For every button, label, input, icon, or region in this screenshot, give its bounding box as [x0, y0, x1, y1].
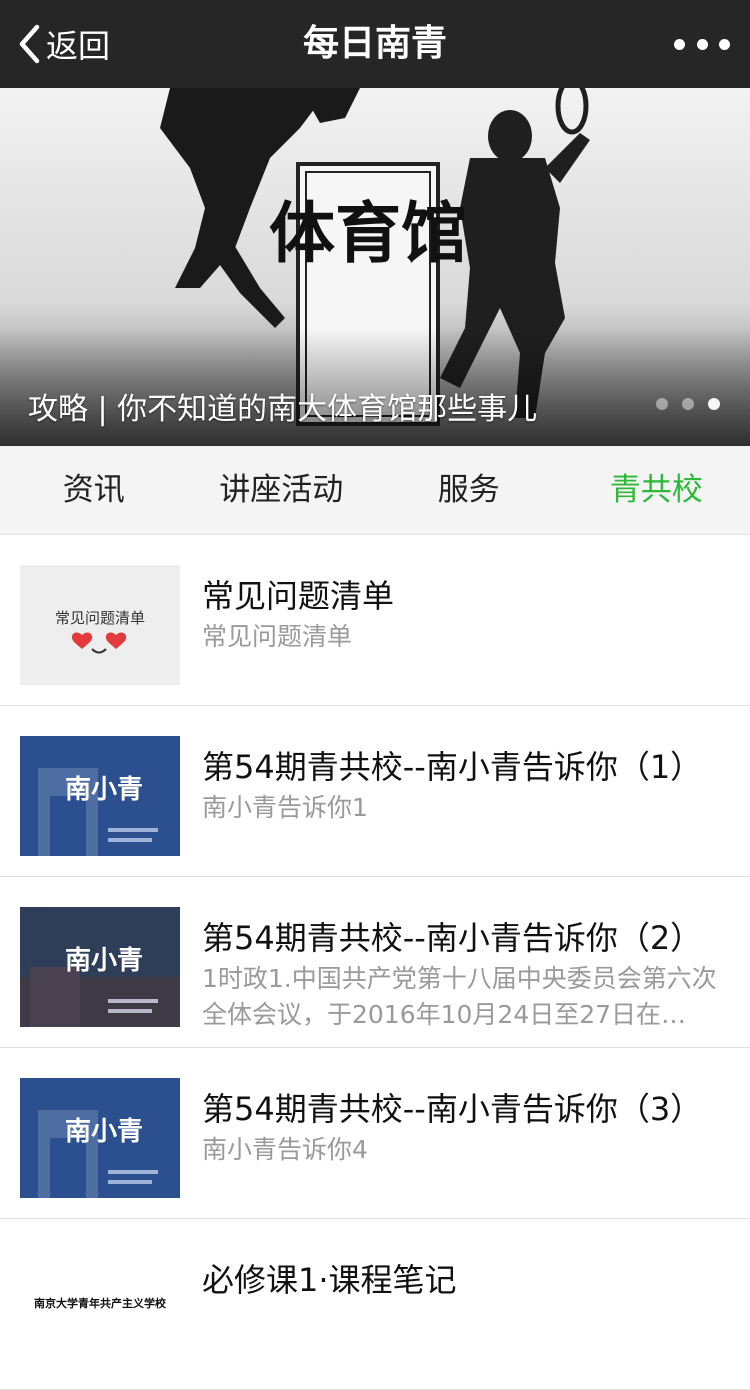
list-item[interactable]: 南小青 第54期青共校--南小青告诉你（3） 南小青告诉你4: [0, 1048, 750, 1219]
article-summary: 常见问题清单: [202, 619, 722, 655]
svg-text:南小青: 南小青: [65, 1117, 143, 1147]
article-thumbnail: 南京大学青年共产主义学校: [20, 1249, 180, 1369]
svg-text:常见问题清单: 常见问题清单: [55, 609, 145, 627]
article-thumbnail: 南小青: [20, 1078, 180, 1198]
article-summary: 南小青告诉你4: [202, 1132, 722, 1168]
carousel-dot: [682, 398, 694, 410]
article-thumbnail: 南小青: [20, 907, 180, 1027]
top-nav-bar: 返回 每日南青: [0, 0, 750, 88]
article-title: 第54期青共校--南小青告诉你（3）: [202, 1084, 702, 1130]
banner-carousel[interactable]: 体育馆 攻略 | 你不知道的南大体育馆那些事儿: [0, 88, 750, 446]
dot: [697, 39, 708, 50]
banner-caption: 攻略 | 你不知道的南大体育馆那些事儿: [28, 384, 537, 428]
chevron-left-icon: [18, 24, 40, 64]
back-label: 返回: [46, 21, 110, 67]
list-item[interactable]: 南京大学青年共产主义学校 必修课1·课程笔记: [0, 1219, 750, 1390]
more-dots-icon[interactable]: [674, 30, 730, 58]
dot: [674, 39, 685, 50]
carousel-indicator: [656, 398, 720, 410]
article-title: 第54期青共校--南小青告诉你（1）: [202, 742, 702, 788]
article-thumbnail: 常见问题清单: [20, 565, 180, 685]
carousel-dot-active: [708, 398, 720, 410]
category-tabs: 资讯 讲座活动 服务 青共校: [0, 446, 750, 535]
banner-sign-text: 体育馆: [269, 194, 467, 272]
article-title: 第54期青共校--南小青告诉你（2）: [202, 913, 702, 959]
carousel-dot: [656, 398, 668, 410]
svg-text:南小青: 南小青: [65, 946, 143, 976]
svg-text:南小青: 南小青: [65, 775, 143, 805]
dot: [719, 39, 730, 50]
article-summary: 1时政1.中国共产党第十八届中央委员会第六次全体会议，于2016年10月24日至…: [202, 961, 722, 1033]
tab-lectures[interactable]: 讲座活动: [188, 446, 376, 534]
back-button[interactable]: 返回: [18, 22, 110, 66]
page-title: 每日南青: [0, 0, 750, 88]
tab-news[interactable]: 资讯: [0, 446, 188, 534]
list-item[interactable]: 南小青 第54期青共校--南小青告诉你（1） 南小青告诉你1: [0, 706, 750, 877]
tab-youth-school[interactable]: 青共校: [563, 446, 750, 534]
article-title: 常见问题清单: [202, 571, 394, 617]
article-list: 常见问题清单 常见问题清单 常见问题清单 南小青 第54期青共校--南小青告诉你…: [0, 535, 750, 1390]
svg-text:南京大学青年共产主义学校: 南京大学青年共产主义学校: [34, 1296, 167, 1310]
article-title: 必修课1·课程笔记: [202, 1255, 457, 1301]
list-item[interactable]: 南小青 第54期青共校--南小青告诉你（2） 1时政1.中国共产党第十八届中央委…: [0, 877, 750, 1048]
list-item[interactable]: 常见问题清单 常见问题清单 常见问题清单: [0, 535, 750, 706]
article-summary: 南小青告诉你1: [202, 790, 722, 826]
article-thumbnail: 南小青: [20, 736, 180, 856]
tab-services[interactable]: 服务: [375, 446, 563, 534]
